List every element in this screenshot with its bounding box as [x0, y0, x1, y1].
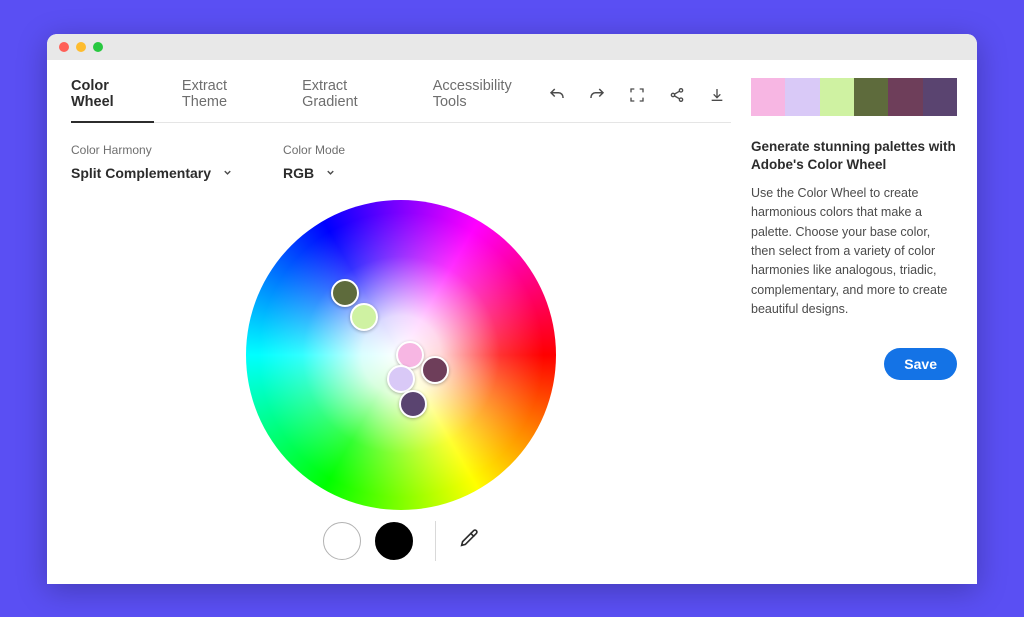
color-wheel-handle[interactable]: [421, 356, 449, 384]
sidebar-body: Use the Color Wheel to create harmonious…: [751, 184, 957, 320]
save-button[interactable]: Save: [884, 348, 957, 380]
tab-extract-gradient[interactable]: Extract Gradient: [302, 78, 405, 122]
share-icon[interactable]: [667, 85, 687, 105]
controls-row: Color Harmony Split Complementary Color …: [71, 143, 731, 181]
color-harmony-control: Color Harmony Split Complementary: [71, 143, 233, 181]
background-white-swatch[interactable]: [323, 522, 361, 560]
window-titlebar: [47, 34, 977, 60]
content-area: Color Wheel Extract Theme Extract Gradie…: [47, 60, 977, 584]
tabs-list: Color Wheel Extract Theme Extract Gradie…: [71, 78, 547, 122]
color-mode-control: Color Mode RGB: [283, 143, 345, 181]
toolbar-icons: [547, 85, 731, 115]
palette-swatch[interactable]: [923, 78, 957, 116]
color-wheel-handle[interactable]: [331, 279, 359, 307]
color-wheel-handle[interactable]: [350, 303, 378, 331]
tabs-row: Color Wheel Extract Theme Extract Gradie…: [71, 78, 731, 123]
main-panel: Color Wheel Extract Theme Extract Gradie…: [47, 60, 747, 584]
color-harmony-label: Color Harmony: [71, 143, 233, 157]
sidebar-title: Generate stunning palettes with Adobe's …: [751, 138, 957, 174]
palette-strip: [751, 78, 957, 116]
palette-swatch[interactable]: [854, 78, 888, 116]
color-wheel-handle[interactable]: [399, 390, 427, 418]
color-wheel-handle[interactable]: [387, 365, 415, 393]
download-icon[interactable]: [707, 85, 727, 105]
wheel-tools: [71, 521, 731, 561]
palette-swatch[interactable]: [785, 78, 819, 116]
chevron-down-icon: [324, 167, 336, 179]
background-black-swatch[interactable]: [375, 522, 413, 560]
color-mode-dropdown[interactable]: RGB: [283, 165, 345, 181]
tab-extract-theme[interactable]: Extract Theme: [182, 78, 274, 122]
window-maximize-button[interactable]: [93, 42, 103, 52]
color-wheel-area: [71, 185, 731, 525]
chevron-down-icon: [221, 167, 233, 179]
tab-color-wheel[interactable]: Color Wheel: [71, 78, 154, 122]
redo-icon[interactable]: [587, 85, 607, 105]
color-harmony-value: Split Complementary: [71, 165, 211, 181]
fullscreen-icon[interactable]: [627, 85, 647, 105]
undo-icon[interactable]: [547, 85, 567, 105]
color-mode-value: RGB: [283, 165, 314, 181]
tab-accessibility-tools[interactable]: Accessibility Tools: [433, 78, 547, 122]
color-harmony-dropdown[interactable]: Split Complementary: [71, 165, 233, 181]
eyedropper-icon[interactable]: [458, 527, 480, 554]
window-minimize-button[interactable]: [76, 42, 86, 52]
sidebar: Generate stunning palettes with Adobe's …: [747, 60, 977, 584]
palette-swatch[interactable]: [751, 78, 785, 116]
palette-swatch[interactable]: [888, 78, 922, 116]
color-mode-label: Color Mode: [283, 143, 345, 157]
palette-swatch[interactable]: [820, 78, 854, 116]
window-close-button[interactable]: [59, 42, 69, 52]
app-window: Color Wheel Extract Theme Extract Gradie…: [47, 34, 977, 584]
color-wheel-handle[interactable]: [396, 341, 424, 369]
color-wheel[interactable]: [246, 200, 556, 510]
divider: [435, 521, 436, 561]
